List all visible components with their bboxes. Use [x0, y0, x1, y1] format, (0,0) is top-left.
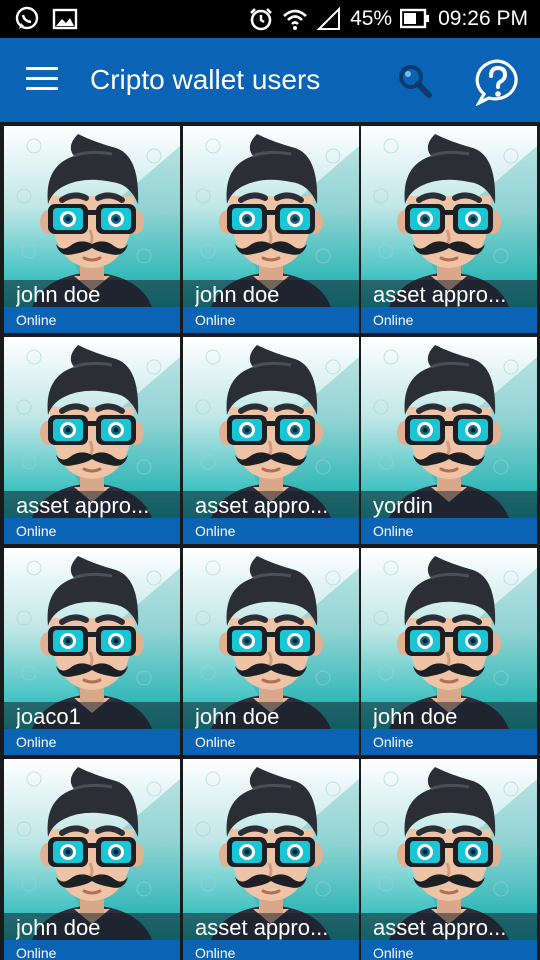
- clock: 09:26 PM: [438, 7, 528, 30]
- user-card[interactable]: asset appro... Online: [4, 337, 180, 544]
- gallery-icon: [52, 8, 78, 30]
- user-card[interactable]: john doe Online: [4, 759, 180, 960]
- user-status: Online: [4, 518, 180, 544]
- wifi-icon: [283, 9, 307, 30]
- user-status: Online: [361, 518, 537, 544]
- user-name: john doe: [373, 704, 458, 729]
- user-name: john doe: [195, 282, 280, 307]
- whatsapp-icon: [15, 6, 39, 30]
- user-card[interactable]: asset appro... Online: [183, 759, 359, 960]
- user-card[interactable]: yordin Online: [361, 337, 537, 544]
- status-bar: 45% 09:26 PM: [0, 0, 540, 38]
- user-card[interactable]: asset appro... Online: [183, 337, 359, 544]
- user-card[interactable]: john doe Online: [361, 548, 537, 755]
- user-name: yordin: [373, 493, 433, 518]
- app-bar: Cripto wallet users: [0, 38, 540, 122]
- user-name: john doe: [16, 282, 101, 307]
- user-name: john doe: [16, 915, 101, 940]
- menu-icon: [26, 67, 58, 91]
- user-name: asset appro...: [195, 915, 329, 940]
- user-card[interactable]: john doe Online: [4, 126, 180, 333]
- user-card[interactable]: asset appro... Online: [361, 126, 537, 333]
- menu-button[interactable]: [26, 67, 58, 91]
- user-grid: john doe Online john doe Online asset ap…: [0, 122, 540, 960]
- user-card[interactable]: john doe Online: [183, 126, 359, 333]
- user-name: asset appro...: [373, 915, 507, 940]
- user-name: joaco1: [16, 704, 81, 729]
- user-status: Online: [183, 729, 359, 755]
- user-name: john doe: [195, 704, 280, 729]
- user-card[interactable]: john doe Online: [183, 548, 359, 755]
- user-name: asset appro...: [16, 493, 150, 518]
- help-icon[interactable]: [474, 58, 522, 106]
- user-status: Online: [183, 307, 359, 333]
- user-status: Online: [183, 518, 359, 544]
- user-card[interactable]: asset appro... Online: [361, 759, 537, 960]
- search-icon[interactable]: [396, 62, 434, 100]
- signal-icon: [316, 6, 341, 30]
- battery-percent: 45%: [350, 7, 393, 30]
- user-status: Online: [4, 307, 180, 333]
- page-title: Cripto wallet users: [90, 64, 321, 95]
- user-status: Online: [361, 729, 537, 755]
- user-name: asset appro...: [373, 282, 507, 307]
- battery-icon: [400, 8, 430, 29]
- user-status: Online: [4, 729, 180, 755]
- alarm-icon: [250, 8, 272, 31]
- user-status: Online: [361, 940, 537, 960]
- user-status: Online: [183, 940, 359, 960]
- user-status: Online: [4, 940, 180, 960]
- user-card[interactable]: joaco1 Online: [4, 548, 180, 755]
- user-name: asset appro...: [195, 493, 329, 518]
- user-status: Online: [361, 307, 537, 333]
